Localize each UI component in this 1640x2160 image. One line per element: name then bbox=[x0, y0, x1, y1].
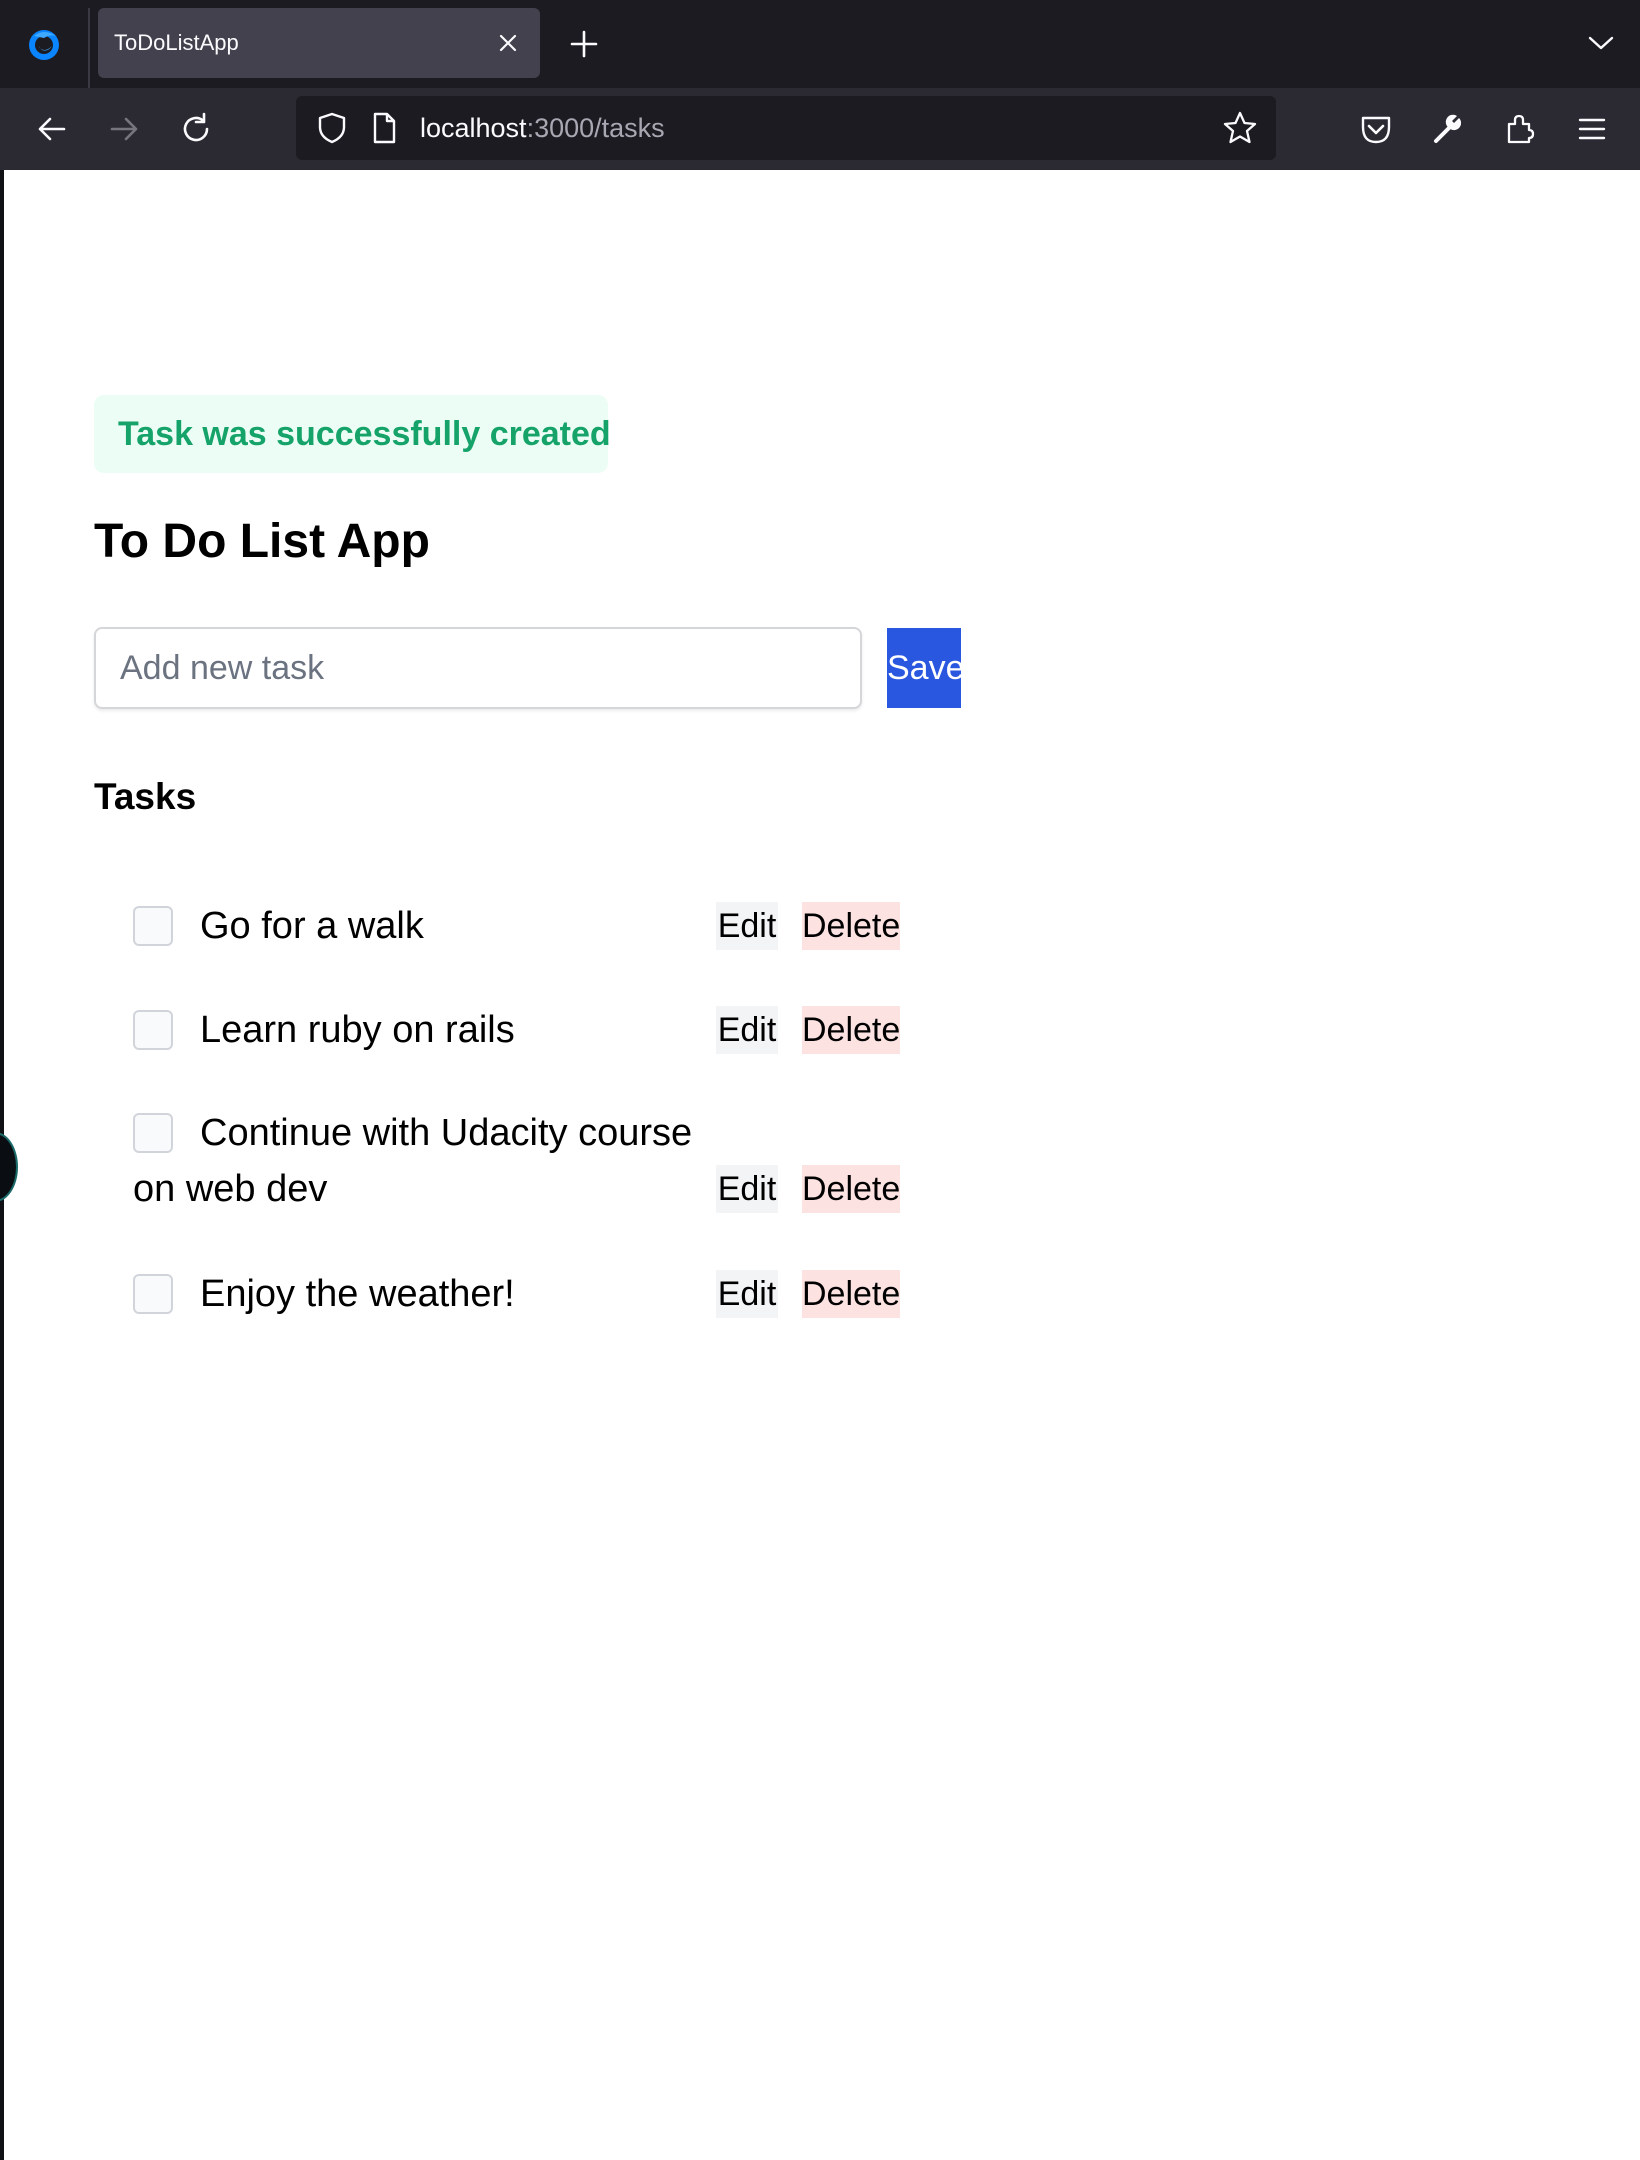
tab-separator bbox=[88, 8, 90, 88]
task-text: Enjoy the weather! bbox=[200, 1273, 515, 1315]
task-row: Continue with Udacity course on web dev … bbox=[0, 1105, 1000, 1225]
url-path: :3000/tasks bbox=[526, 113, 665, 143]
edit-button[interactable]: Edit bbox=[716, 1006, 778, 1054]
task-row: Enjoy the weather! Edit Delete bbox=[0, 1266, 1000, 1330]
browser-chrome: ToDoListApp localhost:3000/tasks bbox=[0, 0, 1640, 170]
task-row: Go for a walk Edit Delete bbox=[0, 898, 1000, 962]
edit-button[interactable]: Edit bbox=[716, 1270, 778, 1318]
task-text: Learn ruby on rails bbox=[200, 1009, 515, 1051]
save-button[interactable]: Save bbox=[887, 628, 965, 708]
tab-title: ToDoListApp bbox=[114, 30, 239, 55]
firefox-logo-icon[interactable] bbox=[26, 26, 62, 62]
tasks-heading: Tasks bbox=[94, 776, 197, 817]
reload-icon[interactable] bbox=[178, 111, 214, 147]
edit-button[interactable]: Edit bbox=[716, 1165, 778, 1213]
task-text: Go for a walk bbox=[200, 905, 424, 947]
tab-active[interactable]: ToDoListApp bbox=[98, 8, 540, 78]
hamburger-menu-icon[interactable] bbox=[1574, 111, 1610, 147]
wrench-icon[interactable] bbox=[1430, 111, 1466, 147]
extensions-puzzle-icon[interactable] bbox=[1502, 111, 1538, 147]
forward-arrow-icon[interactable] bbox=[106, 111, 142, 147]
new-task-input[interactable] bbox=[94, 627, 862, 709]
new-tab-plus-icon[interactable] bbox=[568, 28, 600, 60]
delete-button[interactable]: Delete bbox=[802, 1165, 900, 1213]
delete-button[interactable]: Delete bbox=[802, 902, 900, 950]
task-text: Continue with Udacity course on web dev bbox=[133, 1112, 693, 1210]
url-text[interactable]: localhost:3000/tasks bbox=[420, 96, 665, 160]
page-title: To Do List App bbox=[94, 515, 430, 568]
delete-button[interactable]: Delete bbox=[802, 1006, 900, 1054]
back-arrow-icon[interactable] bbox=[34, 111, 70, 147]
page-content: Task was successfully created To Do List… bbox=[0, 170, 1640, 2160]
tab-bar: ToDoListApp bbox=[0, 0, 1640, 88]
delete-button[interactable]: Delete bbox=[802, 1270, 900, 1318]
pocket-icon[interactable] bbox=[1358, 111, 1394, 147]
star-bookmark-icon[interactable] bbox=[1222, 110, 1258, 146]
close-icon[interactable] bbox=[496, 31, 520, 55]
page-icon bbox=[373, 112, 396, 144]
task-row: Learn ruby on rails Edit Delete bbox=[0, 1002, 1000, 1066]
url-bar[interactable]: localhost:3000/tasks bbox=[296, 96, 1276, 160]
chevron-down-icon[interactable] bbox=[1586, 32, 1616, 54]
success-notice-text: Task was successfully created bbox=[118, 415, 611, 453]
success-notice: Task was successfully created bbox=[94, 395, 611, 473]
navigation-bar: localhost:3000/tasks bbox=[0, 88, 1640, 170]
url-host: localhost bbox=[420, 113, 527, 143]
edit-button[interactable]: Edit bbox=[716, 902, 778, 950]
shield-icon[interactable] bbox=[314, 110, 350, 146]
